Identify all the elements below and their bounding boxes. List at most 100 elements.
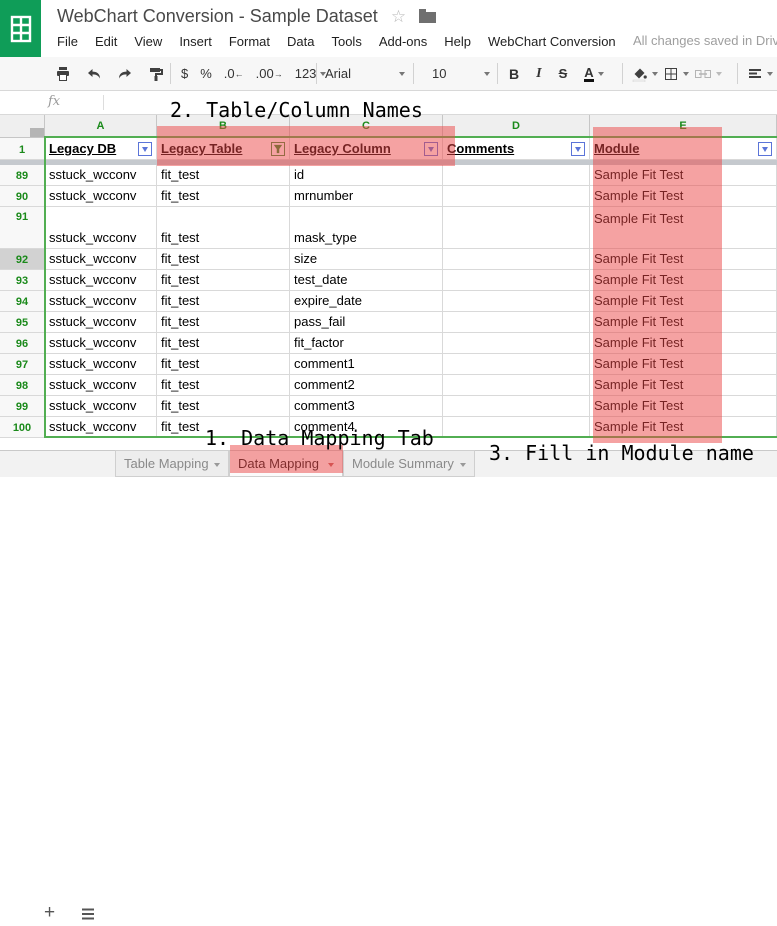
menu-view[interactable]: View	[134, 34, 162, 49]
header-cell-comments[interactable]: Comments	[443, 138, 590, 160]
cell-module[interactable]: Sample Fit Test	[590, 312, 777, 333]
row-number[interactable]: 95	[0, 312, 45, 333]
cell-module[interactable]: Sample Fit Test	[590, 186, 777, 207]
row-number[interactable]: 92	[0, 249, 45, 270]
cell-comments[interactable]	[443, 312, 590, 333]
paint-format-button[interactable]	[148, 66, 164, 82]
cell-legacy-column[interactable]: mask_type	[290, 207, 443, 249]
merge-cells-button[interactable]	[694, 66, 722, 82]
row-number[interactable]: 94	[0, 291, 45, 312]
cell-module[interactable]: Sample Fit Test	[590, 291, 777, 312]
print-button[interactable]	[55, 66, 71, 82]
cell-comments[interactable]	[443, 354, 590, 375]
cell-comments[interactable]	[443, 291, 590, 312]
row-number[interactable]: 1	[0, 138, 45, 160]
cell-comments[interactable]	[443, 249, 590, 270]
cell-legacy-db[interactable]: sstuck_wcconv	[45, 165, 157, 186]
tab-table-mapping[interactable]: Table Mapping	[115, 450, 229, 477]
column-header-c[interactable]: C	[290, 115, 443, 138]
cell-legacy-column[interactable]: comment2	[290, 375, 443, 396]
frozen-pane-handle[interactable]	[30, 128, 44, 137]
undo-button[interactable]	[86, 66, 102, 82]
menu-webchart-conversion[interactable]: WebChart Conversion	[488, 34, 616, 49]
cell-comments[interactable]	[443, 186, 590, 207]
cell-legacy-db[interactable]: sstuck_wcconv	[45, 354, 157, 375]
cell-legacy-db[interactable]: sstuck_wcconv	[45, 333, 157, 354]
cell-legacy-table[interactable]: fit_test	[157, 333, 290, 354]
cell-legacy-table[interactable]: fit_test	[157, 396, 290, 417]
filter-dropdown-icon[interactable]	[138, 142, 152, 156]
cell-legacy-table[interactable]: fit_test	[157, 354, 290, 375]
cell-legacy-table[interactable]: fit_test	[157, 249, 290, 270]
cell-legacy-table[interactable]: fit_test	[157, 165, 290, 186]
cell-legacy-db[interactable]: sstuck_wcconv	[45, 312, 157, 333]
cell-legacy-table[interactable]: fit_test	[157, 417, 290, 438]
cell-comments[interactable]	[443, 333, 590, 354]
row-number[interactable]: 99	[0, 396, 45, 417]
menu-help[interactable]: Help	[444, 34, 471, 49]
cell-legacy-column[interactable]: comment4	[290, 417, 443, 438]
cell-module[interactable]: Sample Fit Test	[590, 417, 777, 438]
cell-legacy-db[interactable]: sstuck_wcconv	[45, 375, 157, 396]
header-cell-legacy-column[interactable]: Legacy Column	[290, 138, 443, 160]
row-number[interactable]: 91	[0, 207, 45, 249]
cell-legacy-db[interactable]: sstuck_wcconv	[45, 396, 157, 417]
cell-legacy-column[interactable]: pass_fail	[290, 312, 443, 333]
tab-module-summary[interactable]: Module Summary	[343, 450, 475, 477]
cell-module[interactable]: Sample Fit Test	[590, 333, 777, 354]
strikethrough-button[interactable]: S	[559, 66, 568, 81]
filter-dropdown-icon[interactable]	[424, 142, 438, 156]
select-all-corner[interactable]	[0, 115, 45, 138]
cell-legacy-db[interactable]: sstuck_wcconv	[45, 417, 157, 438]
text-color-button[interactable]: A	[584, 66, 603, 82]
cell-legacy-column[interactable]: expire_date	[290, 291, 443, 312]
cell-legacy-table[interactable]: fit_test	[157, 375, 290, 396]
row-number[interactable]: 96	[0, 333, 45, 354]
header-cell-module[interactable]: Module	[590, 138, 777, 160]
borders-button[interactable]	[663, 66, 689, 82]
cell-legacy-db[interactable]: sstuck_wcconv	[45, 291, 157, 312]
folder-icon[interactable]	[419, 12, 436, 23]
menu-addons[interactable]: Add-ons	[379, 34, 427, 49]
redo-button[interactable]	[117, 66, 133, 82]
cell-module[interactable]: Sample Fit Test	[590, 165, 777, 186]
horizontal-align-button[interactable]	[747, 66, 773, 82]
header-cell-legacy-db[interactable]: Legacy DB	[45, 138, 157, 160]
fill-color-button[interactable]	[631, 65, 658, 82]
cell-legacy-column[interactable]: mrnumber	[290, 186, 443, 207]
tab-data-mapping[interactable]: Data Mapping	[229, 450, 343, 477]
filter-dropdown-icon[interactable]	[571, 142, 585, 156]
document-title[interactable]: WebChart Conversion - Sample Dataset	[57, 6, 378, 27]
row-number[interactable]: 89	[0, 165, 45, 186]
cell-comments[interactable]	[443, 207, 590, 249]
column-header-e[interactable]: E	[590, 115, 777, 138]
row-number[interactable]: 100	[0, 417, 45, 438]
add-sheet-button[interactable]: +	[44, 903, 55, 923]
column-header-a[interactable]: A	[45, 115, 157, 138]
cell-legacy-db[interactable]: sstuck_wcconv	[45, 249, 157, 270]
star-icon[interactable]: ☆	[391, 8, 406, 25]
cell-comments[interactable]	[443, 417, 590, 438]
sheet-list-button[interactable]	[80, 907, 96, 926]
increase-decimal-button[interactable]: .00→	[256, 66, 283, 81]
menu-edit[interactable]: Edit	[95, 34, 117, 49]
cell-legacy-table[interactable]: fit_test	[157, 186, 290, 207]
cell-module[interactable]: Sample Fit Test	[590, 249, 777, 270]
cell-legacy-column[interactable]: comment1	[290, 354, 443, 375]
font-size-select[interactable]: 10	[432, 57, 490, 90]
header-cell-legacy-table[interactable]: Legacy Table	[157, 138, 290, 160]
bold-button[interactable]: B	[509, 66, 519, 82]
cell-legacy-column[interactable]: size	[290, 249, 443, 270]
sheets-logo[interactable]	[0, 0, 41, 57]
cell-module[interactable]: Sample Fit Test	[590, 207, 777, 249]
formula-input[interactable]	[110, 91, 770, 114]
percent-format-button[interactable]: %	[200, 66, 212, 81]
decrease-decimal-button[interactable]: .0←	[224, 66, 244, 81]
font-select[interactable]: Arial	[325, 57, 405, 90]
filter-dropdown-icon[interactable]	[758, 142, 772, 156]
cell-legacy-table[interactable]: fit_test	[157, 207, 290, 249]
row-number[interactable]: 93	[0, 270, 45, 291]
cell-module[interactable]: Sample Fit Test	[590, 270, 777, 291]
cell-comments[interactable]	[443, 396, 590, 417]
column-header-d[interactable]: D	[443, 115, 590, 138]
